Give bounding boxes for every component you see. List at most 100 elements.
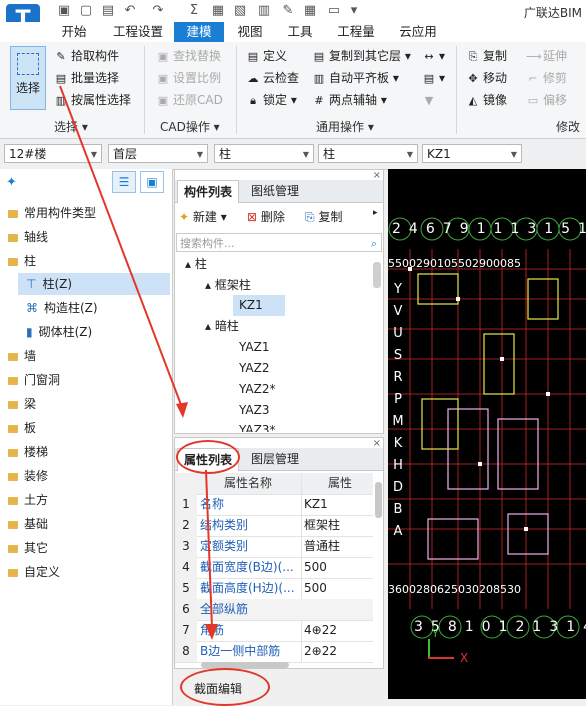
tree-item-construction-column[interactable]: ⌘ 构造柱(Z) <box>26 298 98 318</box>
tree-item-foundation[interactable]: 基础 <box>8 514 48 534</box>
set-scale-button[interactable]: ▣ 设置比例 <box>156 68 221 88</box>
tab-component-list[interactable]: 构件列表 <box>177 180 240 203</box>
scrollbar-thumb[interactable] <box>373 262 381 288</box>
tree-item-openings[interactable]: 门窗洞 <box>8 370 60 390</box>
tree-item-other[interactable]: 其它 <box>8 538 48 558</box>
extend-button[interactable]: ⟶延伸 <box>526 46 567 66</box>
layer-dropdown[interactable]: ▤ ▾ <box>422 68 445 88</box>
tree-item-decoration[interactable]: 装修 <box>8 466 48 486</box>
tab-tools[interactable]: 工具 <box>278 22 322 42</box>
select-button[interactable]: 选择 <box>10 46 46 110</box>
tree-node-yaz3-star[interactable]: YAZ3* <box>239 420 275 432</box>
component-select[interactable]: KZ1 ▼ <box>422 144 522 163</box>
ruler-icon[interactable]: ▭ <box>326 3 342 19</box>
tree-node-yaz3[interactable]: YAZ3 <box>239 400 269 421</box>
tab-view[interactable]: 视图 <box>228 22 272 42</box>
floor-filter-bar: 12#楼 ▼ 首层 ▼ 柱 ▼ 柱 ▼ KZ1 ▼ <box>0 139 586 170</box>
tree-node-yaz2[interactable]: YAZ2 <box>239 358 269 379</box>
new-file-icon[interactable]: ▢ <box>78 3 94 19</box>
redo-icon[interactable]: ↷ <box>150 3 166 19</box>
tree-node-frame-column[interactable]: ▴ 框架柱 <box>205 275 251 296</box>
select-by-attr-button[interactable]: ▥ 按属性选择 <box>54 90 131 110</box>
prop-row[interactable]: 3 定额类别 普通柱 <box>175 536 373 558</box>
prop-row[interactable]: 2 结构类别 框架柱 <box>175 515 373 537</box>
tree-item-beam[interactable]: 梁 <box>8 394 36 414</box>
pencil-icon[interactable]: ✎ <box>280 3 296 19</box>
sum-icon[interactable]: Σ <box>186 3 202 19</box>
layout-icon[interactable]: ▥ <box>256 3 272 19</box>
prop-row[interactable]: 7 角筋 4⊕22 <box>175 620 373 642</box>
trim-button[interactable]: ⌐ 修剪 <box>526 68 567 88</box>
list-view-icon[interactable]: ☰ <box>112 171 136 193</box>
pin-icon[interactable]: ✦ <box>6 175 17 190</box>
auto-align-slab-button[interactable]: ▥ 自动平齐板 ▾ <box>312 68 399 88</box>
tree-item-slab[interactable]: 板 <box>8 418 36 438</box>
cad-drawing-canvas[interactable]: 2467911131517 5500290105502900085 YVUSRP… <box>388 169 586 699</box>
copy-component-button[interactable]: ⎘ 复制 <box>305 208 342 225</box>
move-button[interactable]: ✥ 移动 <box>466 68 507 88</box>
find-replace-button[interactable]: ▣ 查找替换 <box>156 46 221 66</box>
building-select[interactable]: 12#楼 ▼ <box>4 144 102 163</box>
tree-item-masonry-column[interactable]: ▮ 砌体柱(Z) <box>26 322 92 342</box>
report-icon[interactable]: ▧ <box>232 3 248 19</box>
define-button[interactable]: ▤ 定义 <box>246 46 287 66</box>
tree-node-yaz1[interactable]: YAZ1 <box>239 337 269 358</box>
measure-dropdown[interactable]: ↔ ▾ <box>422 46 445 66</box>
tab-drawing-manage[interactable]: 图纸管理 <box>245 180 305 202</box>
type-select[interactable]: 柱 ▼ <box>318 144 418 163</box>
table-icon[interactable]: ▦ <box>302 3 318 19</box>
open-folder-icon[interactable]: ▤ <box>100 3 116 19</box>
prop-row[interactable]: 5 截面高度(H边)(... 500 <box>175 578 373 600</box>
tree-item-common[interactable]: 常用构件类型 <box>8 203 96 223</box>
tab-start[interactable]: 开始 <box>52 22 96 42</box>
copy-to-floor-button[interactable]: ▤ 复制到其它层 ▾ <box>312 46 411 66</box>
tab-modeling[interactable]: 建模 <box>174 22 224 42</box>
prop-row[interactable]: 4 截面宽度(B边)(... 500 <box>175 557 373 579</box>
offset-button[interactable]: ▭ 偏移 <box>526 90 567 110</box>
two-point-axis-button[interactable]: # 两点辅轴 ▾ <box>312 90 386 110</box>
tree-item-axis[interactable]: 轴线 <box>8 227 48 247</box>
batch-select-button[interactable]: ▤ 批量选择 <box>54 68 119 88</box>
props-scrollbar[interactable] <box>375 482 382 518</box>
mirror-button[interactable]: ◭ 镜像 <box>466 90 507 110</box>
tree-item-earthwork[interactable]: 土方 <box>8 490 48 510</box>
tree-item-stairs[interactable]: 楼梯 <box>8 442 48 462</box>
tab-layer-manage[interactable]: 图层管理 <box>245 448 305 470</box>
copy-button[interactable]: ⎘ 复制 <box>466 46 507 66</box>
tree-item-column-z[interactable]: ⊤ 柱(Z) <box>26 274 72 294</box>
dropdown-arrow-icon[interactable]: ▾ <box>346 3 362 19</box>
prop-row[interactable]: 1 名称 KZ1 <box>175 494 373 516</box>
tree-node-hidden-column[interactable]: ▴ 暗柱 <box>205 316 239 337</box>
undo-icon[interactable]: ↶ <box>122 3 138 19</box>
new-button[interactable]: ✦ 新建 ▾ <box>179 208 227 225</box>
cloud-check-button[interactable]: ☁ 云检查 <box>246 68 300 88</box>
tree-node-yaz2-star[interactable]: YAZ2* <box>239 379 275 400</box>
save-icon[interactable]: ▣ <box>56 3 72 19</box>
pick-component-button[interactable]: ✎ 拾取构件 <box>54 46 119 66</box>
scale-icon: ▣ <box>157 72 169 85</box>
props-hscrollbar[interactable] <box>201 662 289 668</box>
tree-item-wall[interactable]: 墙 <box>8 346 36 366</box>
floor-select[interactable]: 首层 ▼ <box>108 144 208 163</box>
prop-row[interactable]: 6 全部纵筋 <box>175 599 373 621</box>
grid-icon[interactable]: ▦ <box>210 3 226 19</box>
card-view-icon[interactable]: ▣ <box>140 171 164 193</box>
tree-item-custom[interactable]: 自定义 <box>8 562 60 582</box>
tree-item-column[interactable]: 柱 <box>8 251 36 271</box>
tab-quantity[interactable]: 工程量 <box>330 22 382 42</box>
prop-row[interactable]: 8 B边一侧中部筋 2⊕22 <box>175 641 373 663</box>
component-search-input[interactable]: 搜索构件... ⌕ <box>176 233 382 252</box>
select-icon <box>17 53 39 75</box>
more-arrow-icon[interactable]: ▸ <box>373 208 378 218</box>
filter-button[interactable]: ▼ <box>422 90 439 110</box>
tree-node-kz1[interactable]: KZ1 <box>233 295 285 316</box>
tree-node-column[interactable]: ▴ 柱 <box>185 254 207 275</box>
copy-icon: ⎘ <box>468 50 478 63</box>
category-select[interactable]: 柱 ▼ <box>214 144 314 163</box>
tab-project-settings[interactable]: 工程设置 <box>108 22 168 42</box>
pick-icon: ✎ <box>56 50 66 63</box>
restore-cad-button[interactable]: ▣ 还原CAD <box>156 90 223 110</box>
lock-button[interactable]: 🔒︎ 锁定 ▾ <box>246 90 297 110</box>
tab-cloud[interactable]: 云应用 <box>390 22 446 42</box>
delete-button[interactable]: ⊠ 删除 <box>247 208 285 225</box>
